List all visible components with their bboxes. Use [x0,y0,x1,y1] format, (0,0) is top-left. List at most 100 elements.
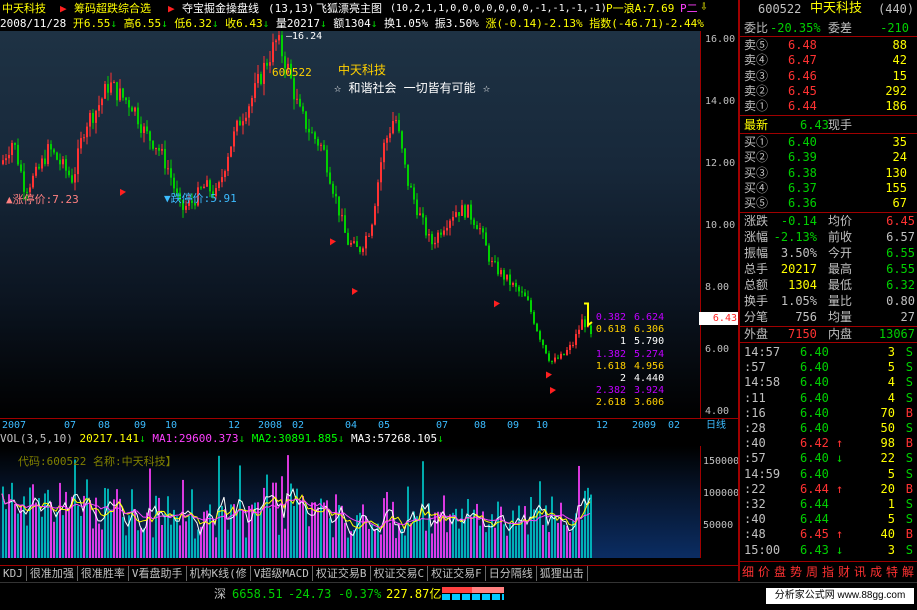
code-annotation: 600522 [272,66,312,79]
candle-body [101,98,103,106]
main-chart-name[interactable]: 飞狐漂亮主图 [316,2,382,15]
candle-body [50,144,52,150]
date-tick-label: 08 [98,420,111,431]
volume-bar [50,502,52,558]
index-change: -24.73 [288,587,332,601]
volume-bar [569,532,571,558]
quote-bottom-tab[interactable]: 指 [820,562,836,582]
tick-row: :22 6.44 ↑ 20 B [742,482,917,497]
date-tick-label: 07 [64,420,77,431]
bid-volume: 67 [892,196,907,211]
indicator-tab[interactable]: 很准加强 [27,566,78,581]
period-label[interactable]: 日线 [706,419,726,432]
volume-bar [395,538,397,558]
ask-price: 6.47 [788,53,817,68]
candle-body [149,131,151,141]
fib-level: 2.382 3.924 [590,385,664,396]
info-volume: 量20217 [275,17,320,30]
indicator-tab[interactable]: 很准胜率 [78,566,129,581]
volume-bar [116,489,118,558]
candle-body [203,186,205,189]
indicator-tab[interactable]: 狐狸出击 [537,566,588,581]
volume-bar [488,524,490,558]
candle-body [104,83,106,99]
volume-bar [35,502,37,558]
price-chart[interactable]: —16.24 600522 中天科技 ☆ 和谐社会 一切皆有可能 ☆ ▲涨停价:… [0,31,700,418]
candle-body [482,228,484,233]
volume-bar [17,513,19,558]
date-tick-label: 2009 [632,420,657,431]
stat-value: 6.32 [886,278,915,292]
volume-bar [170,524,172,558]
quote-bottom-tab[interactable]: 成 [868,562,884,582]
indicator-tab[interactable]: 权证交易F [428,566,486,581]
tick-row: 14:59 6.40 5 S [742,467,917,482]
volume-bar [458,528,460,558]
date-tick-label: 12 [596,420,609,431]
webi-label: 委比 [744,21,769,35]
tick-price: 6.45 [800,527,829,542]
volume-chart[interactable]: 代码:600522 名称:中天科技】 [0,446,700,558]
indicator-tab[interactable]: 机构K线(修 [187,566,251,581]
quote-panel: 600522 中天科技 (440) 委比 -20.35% 委差 -210 卖⑤ 6… [738,0,917,582]
indicator-tab[interactable]: KDJ [0,566,27,581]
volume-bar [182,479,184,558]
volume-bar [89,499,91,558]
indicator-tab[interactable]: 权证交易B [313,566,371,581]
candle-body [146,126,148,132]
bid-row: 买③ 6.38 130 [742,166,917,181]
candle-body [566,349,568,355]
volume-bar [329,518,331,558]
date-tick-label: 04 [345,420,358,431]
fib-level: 1 5.790 [590,336,664,347]
quote-bottom-tab[interactable]: 价 [756,562,772,582]
quote-bottom-tab[interactable]: 势 [788,562,804,582]
tick-volume: 5 [887,466,895,481]
candle-body [56,152,58,160]
candle-body [356,241,358,247]
stock-name-title[interactable]: 中天科技 [2,2,46,15]
indicator-tab[interactable]: 日分隔线 [486,566,537,581]
candle-body [485,232,487,246]
candle-body [17,144,19,165]
stat-value: 6.55 [886,246,915,260]
candle-body [242,121,244,126]
quote-bottom-tab[interactable]: 周 [804,562,820,582]
volume-bar [227,529,229,558]
indicator-name-2[interactable]: 夺宝掘金操盘线 [182,2,259,15]
vol-label[interactable]: VOL(3,5,10) [0,432,73,445]
candle-body [563,353,565,355]
quote-bottom-tab[interactable]: 财 [836,562,852,582]
candle-body [29,187,31,193]
quote-bottom-tab[interactable]: 讯 [852,562,868,582]
volume-bar [242,510,244,558]
candle-body [392,121,394,134]
volume-bar [551,496,553,558]
indicator-name-1[interactable]: 筹码超跌综合选 [74,2,151,15]
quote-bottom-tab[interactable]: 解 [900,562,916,582]
fib-price: 6.306 [634,324,665,336]
volume-bar [527,534,529,558]
candle-body [440,232,442,235]
tick-row: :57 6.40 ↓ 22 S [742,451,917,466]
date-axis: 2007 07 08 09 10 12 2008 02 04 05 07 08 09 10 12 2009 02… [0,418,738,433]
volume-bar [167,496,169,558]
quote-bottom-tab[interactable]: 特 [884,562,900,582]
candle-body [341,215,343,217]
quote-bottom-tab[interactable]: 盘 [772,562,788,582]
candle-body [224,171,226,178]
candle-body [560,353,562,359]
volume-bar [311,502,313,558]
quote-bottom-tab[interactable]: 细 [740,562,756,582]
sell-marker-icon [352,287,358,295]
indicator-tab[interactable]: V看盘助手 [129,566,187,581]
indicator-tab[interactable]: 权证交易C [371,566,429,581]
lock-icon[interactable]: ⇩ [700,0,708,13]
tick-time: :16 [744,405,766,420]
fib-ratio: 1 [619,336,626,348]
candle-body [185,205,187,210]
signal-label: P一浪A:7.69 [606,2,675,15]
candle-body [20,164,22,172]
volume-bar [431,533,433,558]
indicator-tab[interactable]: V超级MACD [251,566,313,581]
